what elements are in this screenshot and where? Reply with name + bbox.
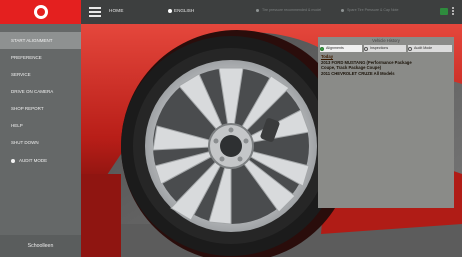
vehicle-history-panel: Vehicle History Alignments Inspections A… [318,37,454,208]
panel-title: Vehicle History [372,38,400,43]
sidebar-item-drive-on-camera[interactable]: DRIVE ON CAMERA [0,83,81,100]
status-icon [341,8,344,12]
panel-tabs: Alignments Inspections Audit Mode [320,45,452,52]
radio-icon [408,46,412,51]
status-text-2: Spare Tire Pressure & Cap Note [347,8,399,12]
sidebar-item-shop-report[interactable]: SHOP REPORT [0,100,81,117]
connection-status-icon [440,8,448,15]
sidebar-item-start-alignment[interactable]: START ALIGNMENT [0,32,81,49]
sidebar-item-service[interactable]: SERVICE [0,66,81,83]
sidebar-footer: Schoolleen [0,235,81,257]
audit-mode-label: AUDIT MODE [19,158,48,163]
audit-mode-toggle[interactable]: AUDIT MODE [0,152,81,169]
status-text-1: Tire pressure recommended & model [262,8,322,12]
history-section-today: Today [321,54,334,59]
tab-inspections[interactable]: Inspections [364,45,406,52]
status-icon [256,8,259,12]
more-options-icon[interactable] [452,6,455,18]
sidebar-item-shut-down[interactable]: SHUT DOWN [0,134,81,151]
list-item[interactable]: 2011 CHEVROLET CRUZE All Models [320,71,452,76]
radio-icon [11,158,15,163]
language-label: ENGLISH [174,8,195,13]
sidebar-item-preference[interactable]: PREFERENCE [0,49,81,66]
tab-label: Inspections [370,46,389,50]
history-list: Today 2013 FORD MUSTANG (Performance Pac… [320,53,452,76]
tab-label: Alignments [326,46,344,50]
radio-icon [320,46,324,51]
status-tire-pressure: Tire pressure recommended & model [256,8,321,12]
logo-icon [34,5,48,19]
tab-alignments[interactable]: Alignments [320,45,362,52]
radio-icon [364,46,368,51]
language-selector[interactable]: ENGLISH [168,8,194,13]
tab-label: Audit Mode [414,46,433,50]
status-spare-tire: Spare Tire Pressure & Cap Note [341,8,399,12]
top-bar: HOME ENGLISH Tire pressure recommended &… [0,0,462,24]
globe-icon [168,8,172,13]
menu-icon[interactable] [89,7,101,17]
sidebar-item-help[interactable]: HELP [0,117,81,134]
tab-audit-mode[interactable]: Audit Mode [408,45,452,52]
footer-brand: Schoolleen [27,243,54,249]
app-window: HOME ENGLISH Tire pressure recommended &… [0,0,462,257]
sidebar: START ALIGNMENT PREFERENCE SERVICE DRIVE… [0,24,81,257]
brand-logo[interactable] [0,0,81,24]
home-link[interactable]: HOME [109,8,124,13]
